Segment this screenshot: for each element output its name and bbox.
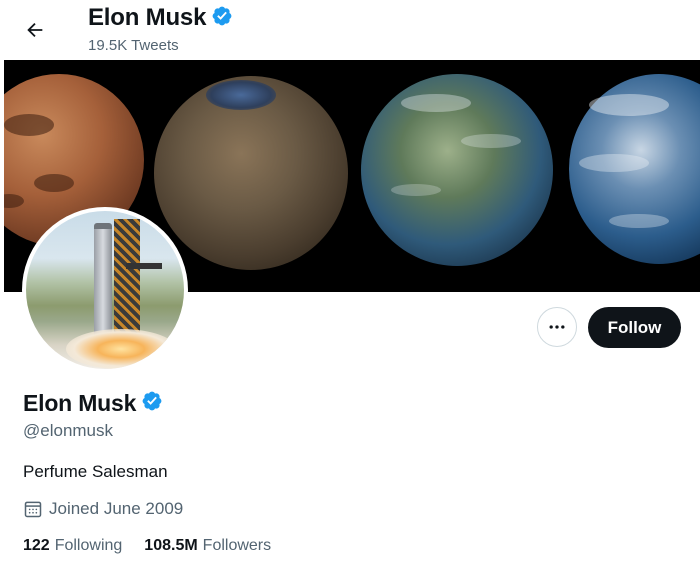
profile-name: Elon Musk bbox=[23, 390, 137, 416]
followers-label: Followers bbox=[202, 537, 272, 554]
followers-stat-link[interactable]: 108.5M Followers bbox=[144, 537, 271, 555]
more-options-button[interactable] bbox=[537, 307, 577, 347]
profile-bio: Perfume Salesman bbox=[23, 462, 168, 481]
followers-count: 108.5M bbox=[144, 537, 198, 554]
back-button[interactable] bbox=[18, 13, 52, 47]
verified-badge-icon bbox=[141, 390, 163, 417]
profile-header: Elon Musk 19.5K Tweets bbox=[0, 0, 700, 60]
planet-terraform-stage-2-image bbox=[361, 74, 553, 266]
calendar-icon bbox=[23, 499, 43, 519]
header-name: Elon Musk bbox=[88, 4, 207, 31]
profile-handle: @elonmusk bbox=[23, 421, 114, 440]
header-title: Elon Musk bbox=[88, 4, 233, 32]
follow-button[interactable]: Follow bbox=[588, 307, 681, 348]
joined-date: Joined June 2009 bbox=[23, 499, 183, 519]
following-label: Following bbox=[54, 537, 123, 554]
follow-stats: 122 Following 108.5M Followers bbox=[23, 537, 293, 555]
following-stat-link[interactable]: 122 Following bbox=[23, 537, 122, 555]
following-count: 122 bbox=[23, 537, 50, 554]
planet-earth-like-image bbox=[569, 74, 700, 264]
planet-terraform-stage-1-image bbox=[154, 76, 348, 270]
profile-avatar[interactable] bbox=[22, 207, 188, 373]
profile-name-row: Elon Musk bbox=[23, 390, 163, 417]
verified-badge-icon bbox=[211, 5, 233, 32]
arrow-left-icon bbox=[27, 22, 43, 38]
joined-text: Joined June 2009 bbox=[49, 499, 184, 518]
tweets-count: 19.5K Tweets bbox=[88, 37, 179, 54]
more-horizontal-icon bbox=[549, 325, 565, 329]
